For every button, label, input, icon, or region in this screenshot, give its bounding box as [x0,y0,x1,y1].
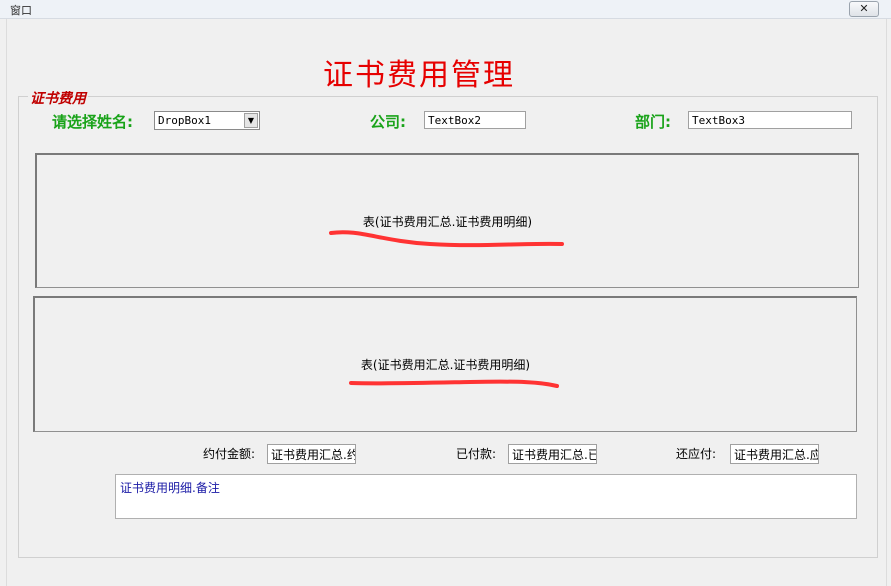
red-underline-2 [349,379,559,388]
paid-field[interactable]: 证书费用汇总.已 [508,444,597,464]
contract-amount-label: 约付金额: [203,447,256,461]
due-field[interactable]: 证书费用汇总.应 [730,444,819,464]
red-underline-1 [329,230,564,248]
remarks-memo-text: 证书费用明细.备注 [120,481,220,495]
remarks-memo[interactable]: 证书费用明细.备注 [115,474,857,519]
contract-amount-field[interactable]: 证书费用汇总.约 [267,444,356,464]
due-label: 还应付: [676,447,717,461]
paid-label: 已付款: [456,447,497,461]
